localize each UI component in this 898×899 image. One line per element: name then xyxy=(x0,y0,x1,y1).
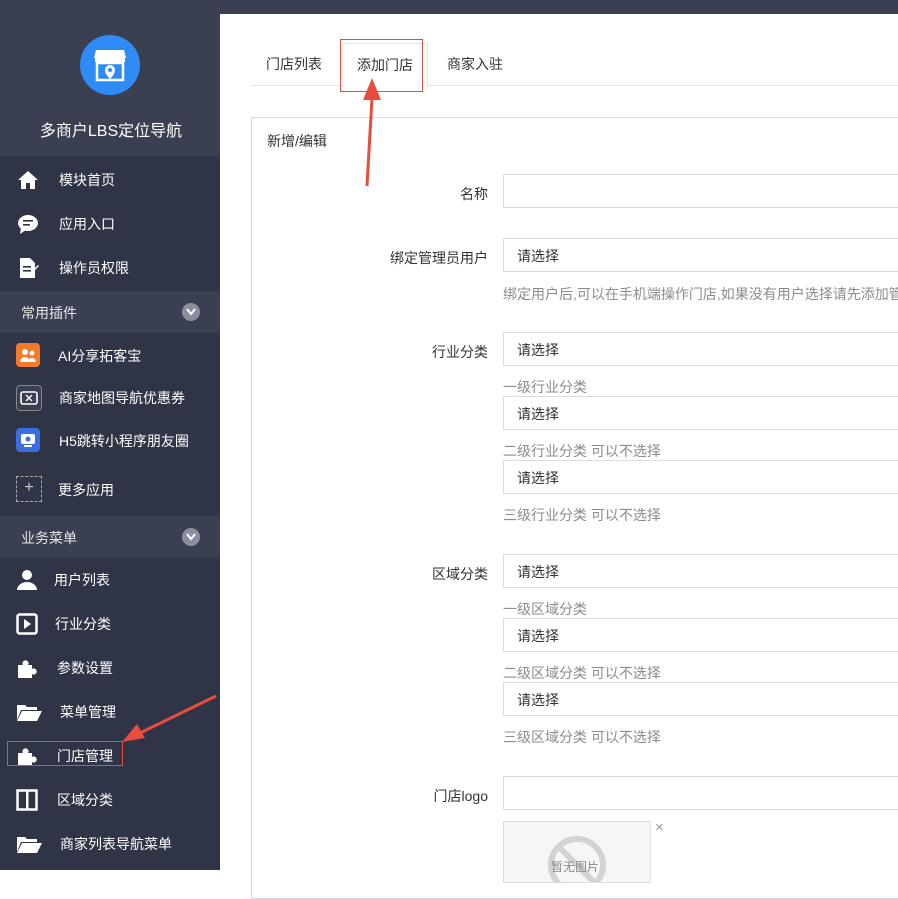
annotation-arrow-store-mgmt xyxy=(122,694,217,742)
annotation-arrows xyxy=(122,78,381,742)
annotation-arrow-tab xyxy=(363,78,381,187)
